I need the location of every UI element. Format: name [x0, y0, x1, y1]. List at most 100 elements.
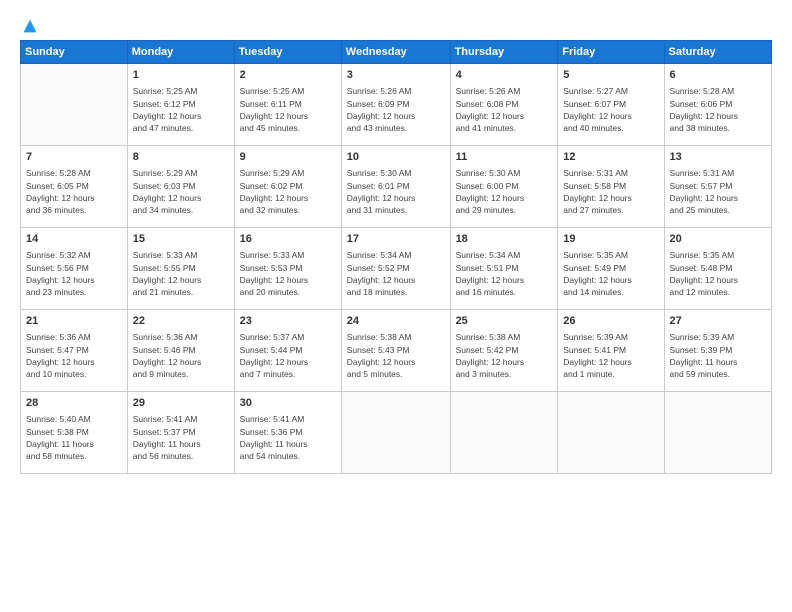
- calendar-cell: 27 Sunrise: 5:39 AM Sunset: 5:39 PM Dayli…: [664, 310, 771, 392]
- calendar-cell: 24 Sunrise: 5:38 AM Sunset: 5:43 PM Dayli…: [341, 310, 450, 392]
- calendar-cell: 2Sunrise: 5:25 AM Sunset: 6:11 PM Daylig…: [234, 64, 341, 146]
- calendar-cell: 26 Sunrise: 5:39 AM Sunset: 5:41 PM Dayli…: [558, 310, 664, 392]
- day-info: Sunrise: 5:29 AM Sunset: 6:02 PM Dayligh…: [240, 167, 336, 216]
- day-number: 28: [26, 396, 122, 411]
- calendar-cell: 22Sunrise: 5:36 AM Sunset: 5:46 PM Dayli…: [127, 310, 234, 392]
- day-number: 17: [347, 232, 445, 247]
- day-info: Sunrise: 5:30 AM Sunset: 6:01 PM Dayligh…: [347, 167, 445, 216]
- day-number: 27: [670, 314, 766, 329]
- calendar-cell: 8 Sunrise: 5:29 AM Sunset: 6:03 PM Daylig…: [127, 146, 234, 228]
- day-info: Sunrise: 5:28 AM Sunset: 6:06 PM Dayligh…: [670, 85, 766, 134]
- logo: [20, 18, 38, 30]
- calendar-cell: 21 Sunrise: 5:36 AM Sunset: 5:47 PM Dayli…: [21, 310, 128, 392]
- calendar-cell: 19 Sunrise: 5:35 AM Sunset: 5:49 PM Dayli…: [558, 228, 664, 310]
- calendar-cell: 16 Sunrise: 5:33 AM Sunset: 5:53 PM Dayli…: [234, 228, 341, 310]
- weekday-header-thursday: Thursday: [450, 41, 558, 64]
- weekday-header-saturday: Saturday: [664, 41, 771, 64]
- weekday-header-sunday: Sunday: [21, 41, 128, 64]
- day-info: Sunrise: 5:26 AM Sunset: 6:09 PM Dayligh…: [347, 85, 445, 134]
- day-info: Sunrise: 5:41 AM Sunset: 5:36 PM Dayligh…: [240, 413, 336, 462]
- day-info: Sunrise: 5:37 AM Sunset: 5:44 PM Dayligh…: [240, 331, 336, 380]
- calendar-cell: 10 Sunrise: 5:30 AM Sunset: 6:01 PM Dayli…: [341, 146, 450, 228]
- day-info: Sunrise: 5:41 AM Sunset: 5:37 PM Dayligh…: [133, 413, 229, 462]
- day-info: Sunrise: 5:36 AM Sunset: 5:47 PM Dayligh…: [26, 331, 122, 380]
- day-number: 12: [563, 150, 658, 165]
- day-info: Sunrise: 5:33 AM Sunset: 5:53 PM Dayligh…: [240, 249, 336, 298]
- day-number: 10: [347, 150, 445, 165]
- calendar-cell: 25 Sunrise: 5:38 AM Sunset: 5:42 PM Dayli…: [450, 310, 558, 392]
- weekday-header-monday: Monday: [127, 41, 234, 64]
- day-number: 23: [240, 314, 336, 329]
- day-number: 30: [240, 396, 336, 411]
- day-number: 5: [563, 68, 658, 83]
- day-number: 13: [670, 150, 766, 165]
- day-info: Sunrise: 5:38 AM Sunset: 5:42 PM Dayligh…: [456, 331, 553, 380]
- calendar-cell: [341, 392, 450, 474]
- day-info: Sunrise: 5:25 AM Sunset: 6:12 PM Dayligh…: [133, 85, 229, 134]
- calendar-cell: 23 Sunrise: 5:37 AM Sunset: 5:44 PM Dayli…: [234, 310, 341, 392]
- calendar-cell: 12 Sunrise: 5:31 AM Sunset: 5:58 PM Dayli…: [558, 146, 664, 228]
- day-number: 21: [26, 314, 122, 329]
- calendar-cell: [558, 392, 664, 474]
- day-info: Sunrise: 5:26 AM Sunset: 6:08 PM Dayligh…: [456, 85, 553, 134]
- day-number: 8: [133, 150, 229, 165]
- day-number: 4: [456, 68, 553, 83]
- day-number: 6: [670, 68, 766, 83]
- page-header: [20, 18, 772, 30]
- calendar-cell: 29 Sunrise: 5:41 AM Sunset: 5:37 PM Dayli…: [127, 392, 234, 474]
- day-info: Sunrise: 5:28 AM Sunset: 6:05 PM Dayligh…: [26, 167, 122, 216]
- day-info: Sunrise: 5:25 AM Sunset: 6:11 PM Dayligh…: [240, 85, 336, 134]
- day-number: 22: [133, 314, 229, 329]
- calendar-cell: 3Sunrise: 5:26 AM Sunset: 6:09 PM Daylig…: [341, 64, 450, 146]
- calendar-cell: 30 Sunrise: 5:41 AM Sunset: 5:36 PM Dayli…: [234, 392, 341, 474]
- day-number: 9: [240, 150, 336, 165]
- calendar-cell: 9 Sunrise: 5:29 AM Sunset: 6:02 PM Daylig…: [234, 146, 341, 228]
- calendar-cell: [21, 64, 128, 146]
- day-number: 7: [26, 150, 122, 165]
- day-info: Sunrise: 5:40 AM Sunset: 5:38 PM Dayligh…: [26, 413, 122, 462]
- weekday-header-tuesday: Tuesday: [234, 41, 341, 64]
- day-info: Sunrise: 5:39 AM Sunset: 5:41 PM Dayligh…: [563, 331, 658, 380]
- day-info: Sunrise: 5:31 AM Sunset: 5:58 PM Dayligh…: [563, 167, 658, 216]
- day-info: Sunrise: 5:38 AM Sunset: 5:43 PM Dayligh…: [347, 331, 445, 380]
- day-info: Sunrise: 5:29 AM Sunset: 6:03 PM Dayligh…: [133, 167, 229, 216]
- day-number: 16: [240, 232, 336, 247]
- calendar-cell: [450, 392, 558, 474]
- calendar-cell: 1 Sunrise: 5:25 AM Sunset: 6:12 PM Daylig…: [127, 64, 234, 146]
- day-info: Sunrise: 5:27 AM Sunset: 6:07 PM Dayligh…: [563, 85, 658, 134]
- day-number: 11: [456, 150, 553, 165]
- calendar-cell: 28 Sunrise: 5:40 AM Sunset: 5:38 PM Dayli…: [21, 392, 128, 474]
- calendar-table: SundayMondayTuesdayWednesdayThursdayFrid…: [20, 40, 772, 474]
- calendar-cell: 15 Sunrise: 5:33 AM Sunset: 5:55 PM Dayli…: [127, 228, 234, 310]
- day-info: Sunrise: 5:30 AM Sunset: 6:00 PM Dayligh…: [456, 167, 553, 216]
- calendar-cell: 4 Sunrise: 5:26 AM Sunset: 6:08 PM Daylig…: [450, 64, 558, 146]
- day-number: 15: [133, 232, 229, 247]
- day-number: 1: [133, 68, 229, 83]
- day-info: Sunrise: 5:32 AM Sunset: 5:56 PM Dayligh…: [26, 249, 122, 298]
- calendar-cell: 7 Sunrise: 5:28 AM Sunset: 6:05 PM Daylig…: [21, 146, 128, 228]
- day-number: 26: [563, 314, 658, 329]
- calendar-cell: 14 Sunrise: 5:32 AM Sunset: 5:56 PM Dayli…: [21, 228, 128, 310]
- calendar-cell: [664, 392, 771, 474]
- day-number: 14: [26, 232, 122, 247]
- day-number: 18: [456, 232, 553, 247]
- day-info: Sunrise: 5:34 AM Sunset: 5:52 PM Dayligh…: [347, 249, 445, 298]
- weekday-header-wednesday: Wednesday: [341, 41, 450, 64]
- day-info: Sunrise: 5:35 AM Sunset: 5:49 PM Dayligh…: [563, 249, 658, 298]
- calendar-cell: 6 Sunrise: 5:28 AM Sunset: 6:06 PM Daylig…: [664, 64, 771, 146]
- calendar-cell: 17 Sunrise: 5:34 AM Sunset: 5:52 PM Dayli…: [341, 228, 450, 310]
- logo-icon: [22, 18, 38, 34]
- day-number: 20: [670, 232, 766, 247]
- calendar-cell: 5 Sunrise: 5:27 AM Sunset: 6:07 PM Daylig…: [558, 64, 664, 146]
- day-info: Sunrise: 5:31 AM Sunset: 5:57 PM Dayligh…: [670, 167, 766, 216]
- day-number: 24: [347, 314, 445, 329]
- day-number: 29: [133, 396, 229, 411]
- day-number: 25: [456, 314, 553, 329]
- calendar-cell: 18 Sunrise: 5:34 AM Sunset: 5:51 PM Dayli…: [450, 228, 558, 310]
- day-info: Sunrise: 5:35 AM Sunset: 5:48 PM Dayligh…: [670, 249, 766, 298]
- day-info: Sunrise: 5:34 AM Sunset: 5:51 PM Dayligh…: [456, 249, 553, 298]
- day-number: 19: [563, 232, 658, 247]
- weekday-header-friday: Friday: [558, 41, 664, 64]
- day-info: Sunrise: 5:39 AM Sunset: 5:39 PM Dayligh…: [670, 331, 766, 380]
- day-info: Sunrise: 5:33 AM Sunset: 5:55 PM Dayligh…: [133, 249, 229, 298]
